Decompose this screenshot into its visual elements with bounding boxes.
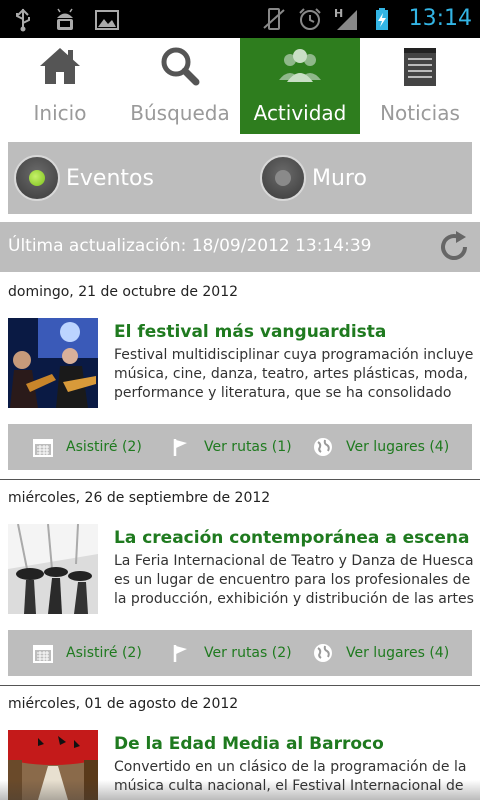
radio-eventos[interactable]: Eventos [14, 142, 154, 214]
event-date: miércoles, 26 de septiembre de 2012 [8, 490, 271, 506]
tab-inicio-label: Inicio [33, 101, 87, 125]
places-label: Ver lugares (4) [346, 645, 450, 661]
radio-muro-label: Muro [312, 165, 367, 191]
event-description: Festival multidisciplinar cuya programac… [114, 347, 474, 401]
event-title[interactable]: La creación contemporánea a escena en [114, 528, 474, 548]
globe-icon [314, 644, 332, 662]
places-button[interactable]: Ver lugares (4) [312, 424, 449, 470]
tab-actividad[interactable]: Actividad [240, 38, 360, 134]
alarm-icon [298, 8, 321, 30]
event-description: La Feria Internacional de Teatro y Danza… [114, 553, 474, 607]
event-title[interactable]: De la Edad Media al Barroco [114, 734, 474, 754]
tab-busqueda-label: Búsqueda [130, 101, 230, 125]
event-date: domingo, 21 de octubre de 2012 [8, 284, 239, 300]
event-photo-street [8, 730, 98, 800]
vibrate-off-icon [262, 8, 285, 30]
android-debug-icon [57, 8, 73, 30]
attend-label: Asistiré (2) [66, 645, 142, 661]
attend-button[interactable]: Asistiré (2) [32, 424, 142, 470]
image-icon [95, 10, 119, 30]
event-divider [0, 685, 480, 686]
calendar-icon [33, 439, 53, 457]
tab-actividad-label: Actividad [253, 101, 347, 125]
tab-noticias-label: Noticias [380, 101, 460, 125]
event-divider [0, 479, 480, 480]
status-bar: H 13:14 [0, 0, 480, 38]
search-icon [161, 47, 200, 86]
tab-bar: Inicio Búsqueda Actividad Noticias [0, 38, 480, 134]
event-date: miércoles, 01 de agosto de 2012 [8, 696, 239, 712]
event-photo-concert [8, 318, 98, 408]
tab-noticias[interactable]: Noticias [360, 38, 480, 134]
event-description: Convertido en un clásico de la programac… [114, 759, 467, 794]
radio-eventos-label: Eventos [66, 165, 154, 191]
signal-h-icon: H [334, 7, 357, 30]
event-thumbnail[interactable] [8, 730, 98, 800]
people-icon [279, 49, 321, 82]
event-actions: Asistiré (2) Ver rutas (2) Ver lugares (… [8, 630, 472, 676]
places-label: Ver lugares (4) [346, 439, 450, 455]
places-button[interactable]: Ver lugares (4) [312, 630, 449, 676]
event-thumbnail[interactable] [8, 318, 98, 408]
notepad-icon [404, 48, 436, 86]
event-photo-theatre [8, 524, 98, 614]
home-icon [40, 48, 80, 84]
routes-label: Ver rutas (2) [204, 645, 292, 661]
usb-icon [16, 8, 30, 32]
routes-button[interactable]: Ver rutas (1) [170, 424, 292, 470]
flag-icon [173, 645, 187, 662]
status-clock: 13:14 [408, 6, 472, 31]
view-selector: Eventos Muro [8, 142, 472, 214]
attend-label: Asistiré (2) [66, 439, 142, 455]
globe-icon [314, 438, 332, 456]
refresh-icon[interactable] [436, 229, 472, 265]
attend-button[interactable]: Asistiré (2) [32, 630, 142, 676]
routes-label: Ver rutas (1) [204, 439, 292, 455]
tab-inicio[interactable]: Inicio [0, 38, 120, 134]
battery-charging-icon [375, 8, 388, 30]
last-update-text: Última actualización: 18/09/2012 13:14:3… [8, 236, 372, 256]
event-title[interactable]: El festival más vanguardista [114, 322, 474, 342]
radio-eventos-indicator [14, 155, 60, 201]
radio-muro[interactable]: Muro [260, 142, 367, 214]
tab-busqueda[interactable]: Búsqueda [120, 38, 240, 134]
radio-muro-indicator [260, 155, 306, 201]
routes-button[interactable]: Ver rutas (2) [170, 630, 292, 676]
event-thumbnail[interactable] [8, 524, 98, 614]
update-bar: Última actualización: 18/09/2012 13:14:3… [0, 222, 480, 272]
event-actions: Asistiré (2) Ver rutas (1) Ver lugares (… [8, 424, 472, 470]
flag-icon [173, 439, 187, 456]
svg-text:H: H [334, 7, 343, 20]
calendar-icon [33, 645, 53, 663]
